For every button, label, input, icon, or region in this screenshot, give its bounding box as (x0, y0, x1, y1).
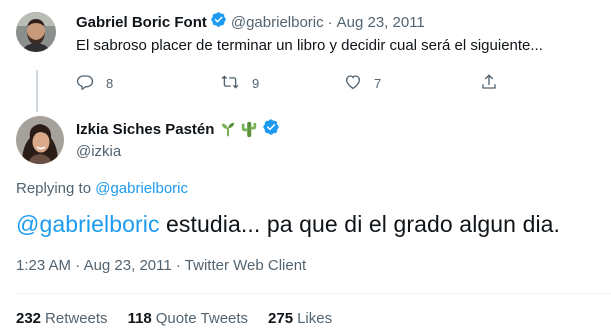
reply-icon (76, 73, 94, 94)
retweet-button[interactable]: 9 (220, 73, 259, 94)
likes-label: Likes (297, 310, 333, 327)
tweet-stats: 232 Retweets 118 Quote Tweets 275 Likes (16, 310, 352, 327)
tweet-client: Twitter Web Client (184, 257, 307, 274)
main-tweet-header: Izkia Siches Pastén (76, 118, 280, 141)
tweet-metadata: 1:23 AM · Aug 23, 2011 · Twitter Web Cli… (16, 257, 306, 274)
verified-badge-icon (210, 11, 227, 33)
replying-to-line: Replying to @gabrielboric (16, 180, 188, 197)
meta-separator: · (75, 257, 81, 274)
parent-author-avatar[interactable] (16, 12, 56, 52)
like-icon (344, 73, 362, 94)
main-author-handle[interactable]: @izkia (76, 143, 121, 160)
main-author-handle-row: @izkia (76, 141, 121, 161)
cactus-icon (240, 120, 258, 138)
parent-tweet-text: El sabroso placer de terminar un libro y… (76, 37, 543, 54)
main-tweet-text: @gabrielboric estudia... pa que di el gr… (16, 211, 560, 238)
parent-tweet-header: Gabriel Boric Font @gabrielboric · Aug 2… (76, 12, 425, 32)
retweets-stat-link[interactable]: 232 Retweets (16, 310, 108, 327)
like-button[interactable]: 7 (344, 73, 381, 94)
seedling-icon (219, 120, 237, 138)
stats-divider (16, 293, 611, 294)
tweet-time-link[interactable]: 1:23 AM (16, 257, 71, 274)
parent-author-handle[interactable]: @gabrielboric (231, 14, 324, 31)
parent-avatar-image (16, 12, 56, 52)
reply-button[interactable]: 8 (76, 73, 113, 94)
retweet-icon (220, 73, 240, 94)
parent-tweet-date[interactable]: Aug 23, 2011 (337, 14, 425, 31)
main-avatar-image (16, 116, 64, 164)
quote-tweets-count: 118 (127, 310, 152, 327)
mention-link[interactable]: @gabrielboric (16, 211, 160, 237)
likes-count: 275 (268, 310, 294, 327)
quote-tweets-label: Quote Tweets (155, 310, 249, 327)
share-icon (480, 73, 498, 94)
reply-count: 8 (106, 76, 114, 91)
retweets-label: Retweets (45, 310, 108, 327)
parent-tweet-actions: 8 9 7 (76, 73, 506, 95)
verified-badge-icon (262, 118, 280, 141)
like-count: 7 (374, 76, 382, 91)
quote-tweets-stat-link[interactable]: 118 Quote Tweets (128, 310, 248, 327)
tweet-date-link[interactable]: Aug 23, 2011 (84, 257, 172, 274)
main-author-name[interactable]: Izkia Siches Pastén (76, 121, 214, 138)
main-tweet-body: estudia... pa que di el grado algun dia. (159, 211, 561, 237)
retweets-count: 232 (16, 310, 42, 327)
retweet-count: 9 (252, 76, 260, 91)
meta-separator: · (175, 257, 181, 274)
parent-author-name[interactable]: Gabriel Boric Font (76, 14, 207, 31)
replying-to-handle-link[interactable]: @gabrielboric (95, 180, 188, 197)
main-author-avatar[interactable] (16, 116, 64, 164)
likes-stat-link[interactable]: 275 Likes (268, 310, 332, 327)
share-button[interactable] (480, 73, 498, 94)
thread-connector-line (36, 70, 38, 112)
header-separator: · (327, 13, 333, 31)
replying-to-label: Replying to (16, 180, 92, 197)
